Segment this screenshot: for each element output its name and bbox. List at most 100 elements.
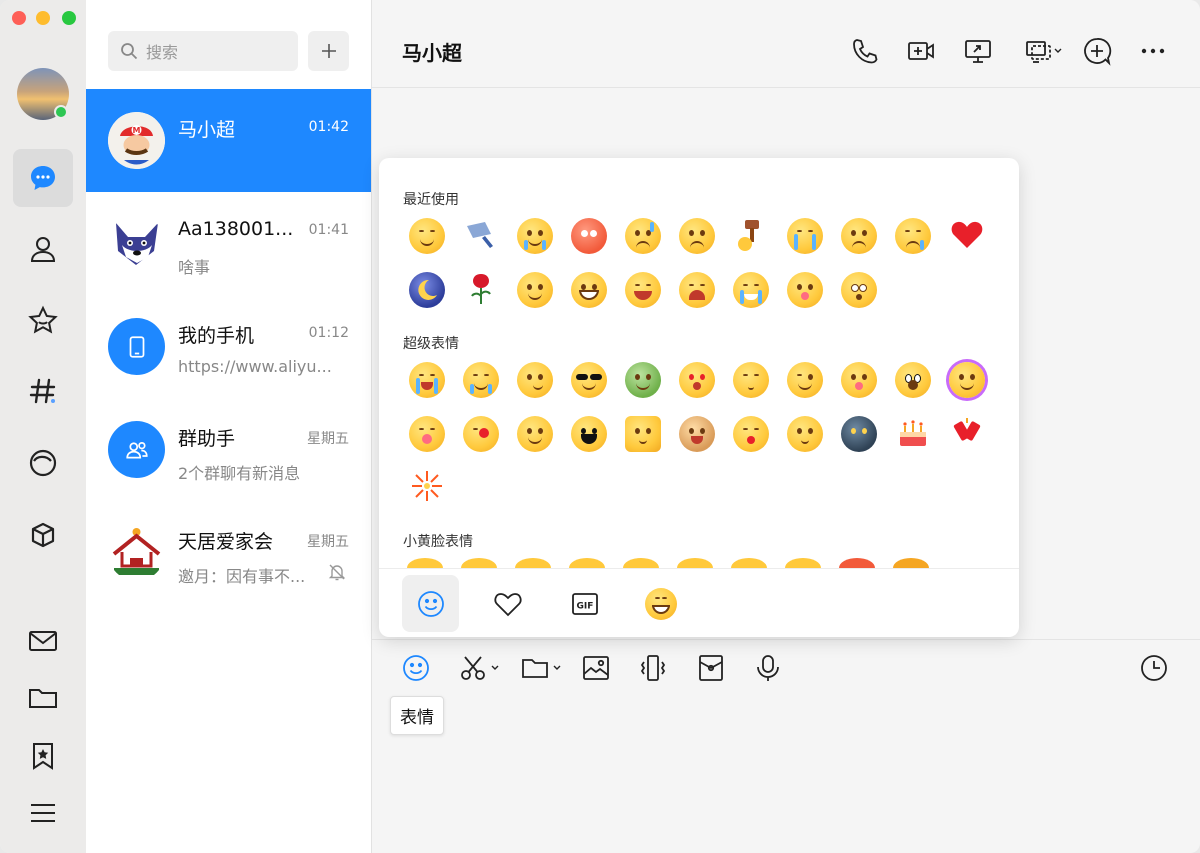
search-input[interactable]: 搜索	[108, 31, 298, 71]
emoji-item[interactable]	[947, 360, 987, 400]
rail-bookmarks-button[interactable]	[13, 727, 73, 785]
emoji-item[interactable]	[515, 216, 555, 256]
emoji-item[interactable]	[407, 270, 447, 310]
rail-contacts-button[interactable]	[13, 220, 73, 278]
shake-button[interactable]	[638, 652, 668, 684]
screen-share-button[interactable]	[961, 34, 995, 68]
emoji-item[interactable]	[947, 414, 987, 454]
emoji-tab-grin[interactable]	[632, 575, 689, 632]
rail-topics-button[interactable]	[13, 362, 73, 420]
emoji-item[interactable]	[407, 216, 447, 256]
add-member-icon	[1084, 38, 1112, 66]
contact-name: 天居爱家会	[178, 531, 274, 553]
rail-workspace-button[interactable]	[13, 506, 73, 564]
emoji-item[interactable]	[785, 216, 825, 256]
emoji-item[interactable]	[893, 360, 933, 400]
message-preview: 邀月：因有事不...	[178, 567, 306, 586]
red-packet-icon	[699, 655, 723, 681]
emoji-item[interactable]	[461, 414, 501, 454]
emoji-item[interactable]	[461, 216, 501, 256]
emoji-item[interactable]	[623, 270, 663, 310]
emoji-item[interactable]	[785, 270, 825, 310]
mail-icon	[29, 631, 57, 651]
emoji-item[interactable]	[623, 414, 663, 454]
message-composer[interactable]: 表情	[372, 639, 1200, 853]
emoji-tab-favorite[interactable]	[479, 575, 536, 632]
emoji-item[interactable]	[515, 360, 555, 400]
emoji-item[interactable]	[407, 414, 447, 454]
send-file-button[interactable]	[520, 652, 562, 684]
emoji-row-partial	[407, 558, 987, 568]
fireworks-icon	[412, 471, 442, 501]
emoji-item[interactable]	[461, 270, 501, 310]
more-icon	[1141, 48, 1165, 54]
emoji-item[interactable]	[731, 270, 771, 310]
emoji-item[interactable]	[677, 414, 717, 454]
red-packet-button[interactable]	[696, 652, 726, 684]
plus-icon	[321, 44, 336, 58]
emoji-item[interactable]	[893, 216, 933, 256]
rail-files-button[interactable]	[13, 669, 73, 727]
video-call-button[interactable]	[904, 34, 938, 68]
conversation-item[interactable]: 我的手机 01:12 https://www.aliyu...	[86, 295, 371, 398]
message-time: 01:41	[308, 222, 349, 238]
emoji-item[interactable]	[731, 216, 771, 256]
close-window-button[interactable]	[12, 11, 26, 25]
rail-chat-button[interactable]	[13, 149, 73, 207]
add-button[interactable]	[308, 31, 349, 71]
rail-moments-button[interactable]	[13, 434, 73, 492]
chevron-down-icon	[491, 665, 499, 670]
emoji-item[interactable]	[623, 216, 663, 256]
remote-desktop-button[interactable]	[1018, 34, 1068, 68]
emoji-item[interactable]	[407, 360, 447, 400]
emoji-item[interactable]	[677, 270, 717, 310]
emoji-item[interactable]	[623, 360, 663, 400]
conversation-item[interactable]: M 马小超 01:42	[86, 89, 371, 192]
rail-mail-button[interactable]	[13, 612, 73, 670]
emoji-item[interactable]	[839, 216, 879, 256]
add-member-button[interactable]	[1080, 34, 1114, 68]
minimize-window-button[interactable]	[36, 11, 50, 25]
rail-menu-button[interactable]	[13, 784, 73, 842]
emoji-item[interactable]	[461, 360, 501, 400]
voice-message-button[interactable]	[753, 652, 783, 684]
mario-avatar-icon: M	[108, 112, 165, 169]
emoji-item[interactable]	[947, 216, 987, 256]
conversation-item[interactable]: 天居爱家会 星期五 邀月：因有事不...	[86, 501, 371, 604]
mute-bell-icon	[328, 564, 346, 581]
emoji-item[interactable]	[893, 414, 933, 454]
svg-text:M: M	[133, 126, 141, 135]
emoji-item[interactable]	[569, 414, 609, 454]
emoji-item[interactable]	[731, 414, 771, 454]
emoji-item[interactable]	[569, 216, 609, 256]
emoji-item[interactable]	[839, 414, 879, 454]
history-button[interactable]	[1139, 652, 1169, 684]
message-time: 01:12	[308, 325, 349, 341]
my-avatar[interactable]	[17, 68, 69, 120]
emoji-item[interactable]	[407, 468, 447, 508]
emoji-item[interactable]	[569, 360, 609, 400]
emoji-item[interactable]	[677, 360, 717, 400]
conversation-item[interactable]: Aa138001... 01:41 啥事	[86, 192, 371, 295]
emoji-tab-gif[interactable]: GIF	[556, 575, 613, 632]
hammer-icon	[738, 220, 759, 251]
emoji-item[interactable]	[839, 270, 879, 310]
conversation-item[interactable]: 群助手 星期五 2个群聊有新消息	[86, 398, 371, 501]
emoji-item[interactable]	[731, 360, 771, 400]
emoji-item[interactable]	[839, 360, 879, 400]
emoji-item[interactable]	[677, 216, 717, 256]
emoji-tab-smile[interactable]	[402, 575, 459, 632]
cleaver-icon	[467, 222, 493, 248]
emoji-item[interactable]	[785, 414, 825, 454]
rail-favorites-button[interactable]	[13, 292, 73, 350]
emoji-item[interactable]	[515, 414, 555, 454]
emoji-item[interactable]	[785, 360, 825, 400]
more-button[interactable]	[1136, 34, 1170, 68]
emoji-item[interactable]	[515, 270, 555, 310]
send-image-button[interactable]	[581, 652, 611, 684]
maximize-window-button[interactable]	[62, 11, 76, 25]
voice-call-button[interactable]	[848, 34, 882, 68]
emoji-item[interactable]	[569, 270, 609, 310]
screenshot-button[interactable]	[458, 652, 500, 684]
emoji-button[interactable]	[401, 652, 431, 684]
